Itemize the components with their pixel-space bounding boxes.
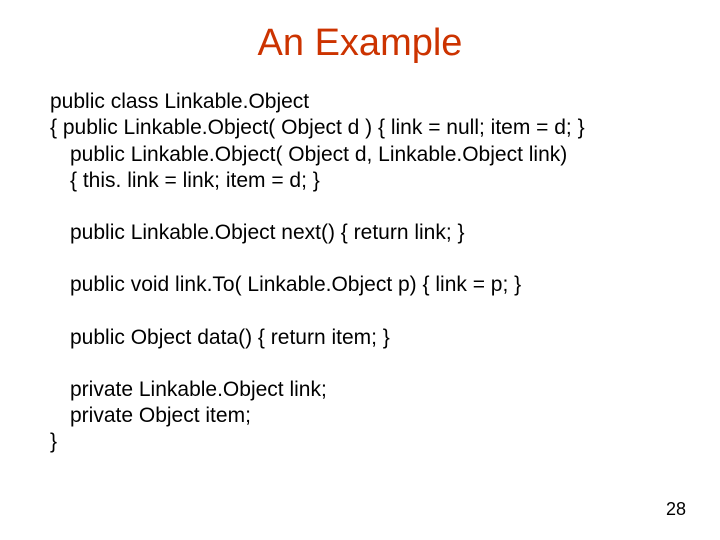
blank-line xyxy=(50,246,680,272)
code-line: public Object data() { return item; } xyxy=(50,325,680,351)
slide: An Example public class Linkable.Object … xyxy=(0,22,720,540)
blank-line xyxy=(50,351,680,377)
blank-line xyxy=(50,194,680,220)
code-line: { this. link = link; item = d; } xyxy=(50,168,680,194)
code-line: public Linkable.Object next() { return l… xyxy=(50,220,680,246)
code-line: { public Linkable.Object( Object d ) { l… xyxy=(50,115,680,141)
page-number: 28 xyxy=(666,499,686,520)
blank-line xyxy=(50,299,680,325)
code-line: private Linkable.Object link; xyxy=(50,377,680,403)
code-line: public Linkable.Object( Object d, Linkab… xyxy=(50,142,680,168)
code-line: } xyxy=(50,429,680,455)
code-line: public void link.To( Linkable.Object p) … xyxy=(50,272,680,298)
code-line: private Object item; xyxy=(50,403,680,429)
slide-title: An Example xyxy=(0,22,720,65)
code-line: public class Linkable.Object xyxy=(50,89,680,115)
code-block: public class Linkable.Object { public Li… xyxy=(0,89,720,456)
